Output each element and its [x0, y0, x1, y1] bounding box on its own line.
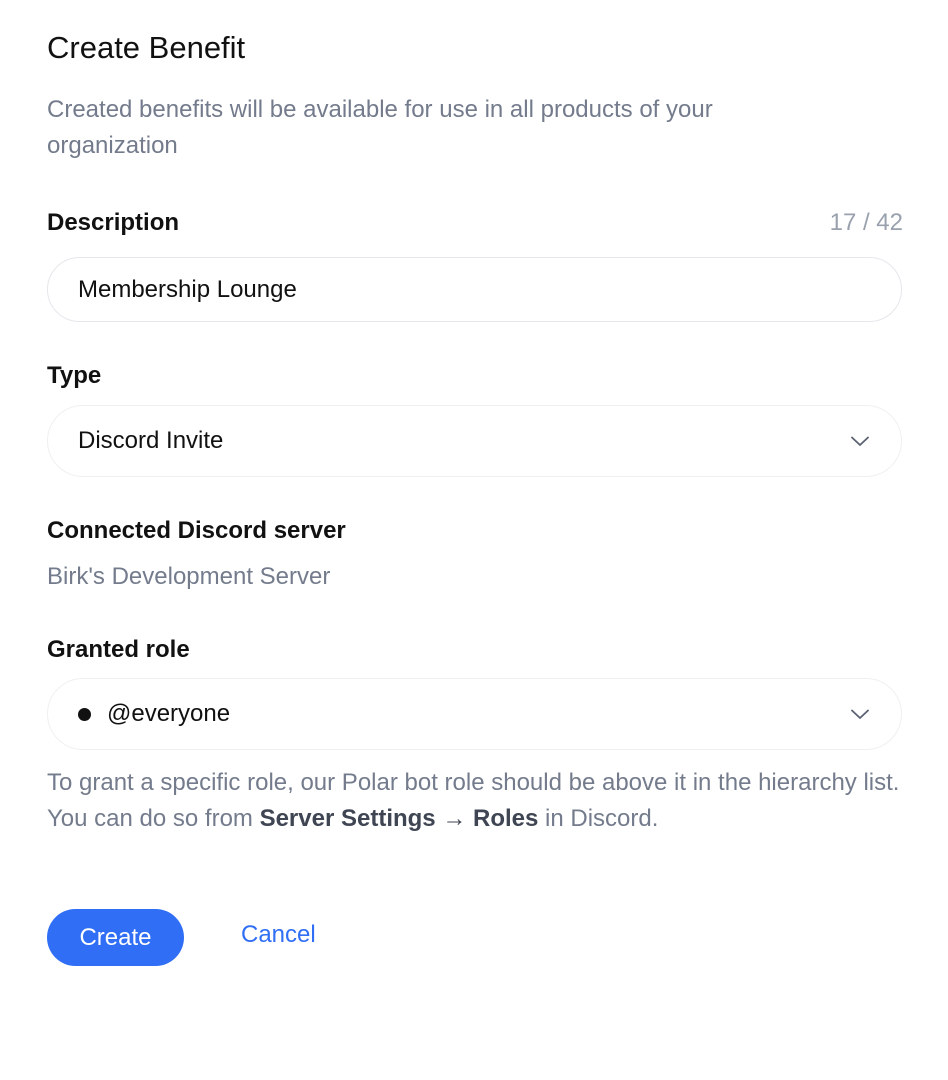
chevron-down-icon [849, 703, 871, 725]
character-counter: 17 / 42 [829, 209, 903, 236]
cancel-button[interactable]: Cancel [241, 921, 316, 949]
hint-server-settings: Server Settings [259, 805, 436, 832]
create-button[interactable]: Create [47, 909, 184, 966]
role-color-dot-icon [78, 707, 91, 721]
description-input[interactable]: Membership Lounge [47, 257, 902, 322]
type-select[interactable]: Discord Invite [47, 405, 902, 477]
chevron-down-icon [849, 430, 871, 452]
hint-arrow: → [435, 805, 473, 832]
connected-server-name: Birk's Development Server [47, 563, 331, 590]
role-hint-text: To grant a specific role, our Polar bot … [47, 765, 907, 837]
hint-text-part: in Discord. [538, 805, 659, 832]
page-title: Create Benefit [47, 30, 246, 65]
type-select-value: Discord Invite [78, 427, 224, 454]
connected-server-label: Connected Discord server [47, 517, 346, 544]
role-option: @everyone [78, 700, 230, 728]
granted-role-label: Granted role [47, 636, 190, 663]
page-subtitle: Created benefits will be available for u… [47, 96, 713, 159]
granted-role-select[interactable]: @everyone [47, 678, 902, 750]
type-label: Type [47, 362, 102, 389]
create-benefit-dialog: Create Benefit Created benefits will be … [0, 0, 948, 1080]
description-input-value: Membership Lounge [78, 275, 297, 303]
hint-roles: Roles [473, 805, 539, 832]
description-label: Description [47, 209, 180, 236]
granted-role-value: @everyone [107, 700, 231, 727]
